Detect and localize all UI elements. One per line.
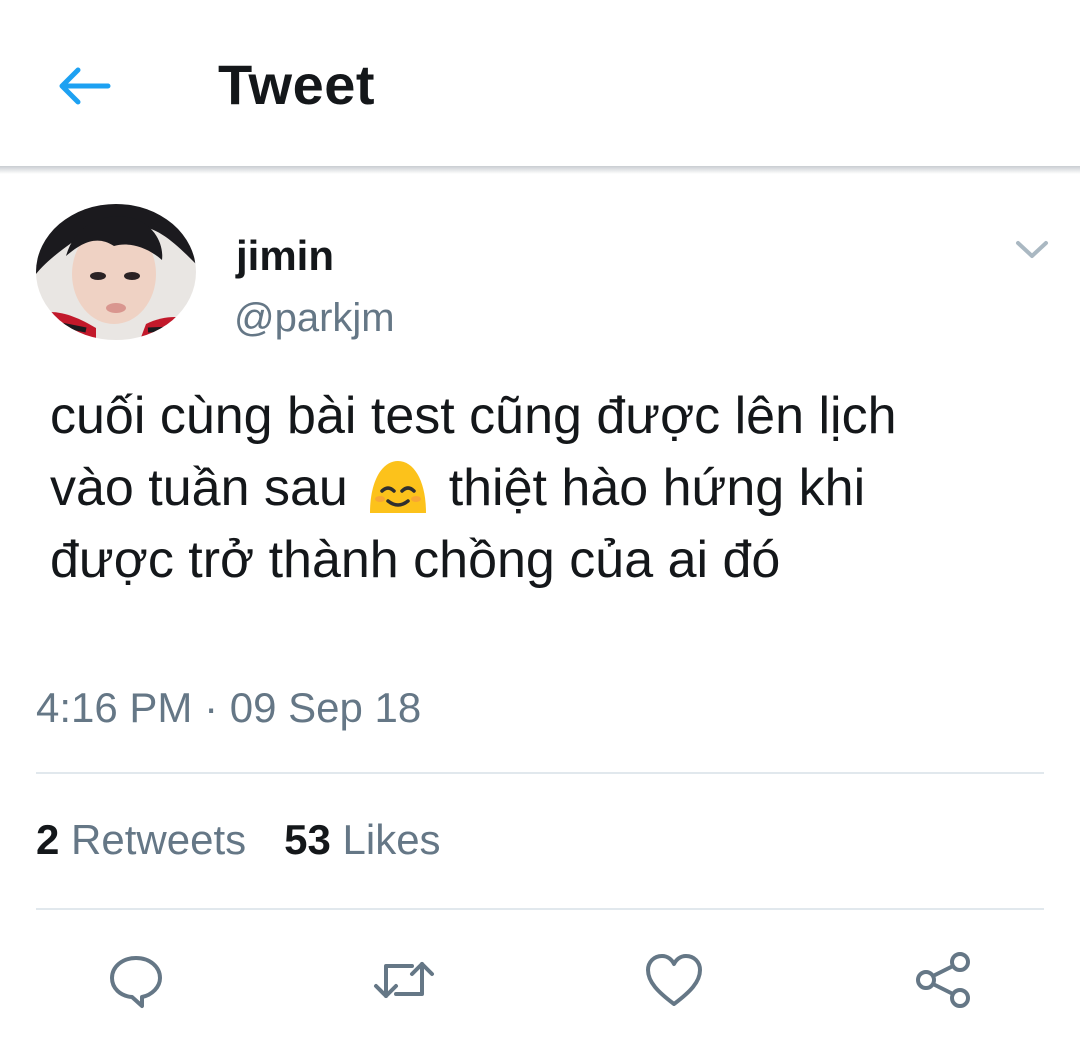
avatar[interactable] bbox=[36, 204, 196, 340]
chevron-down-icon bbox=[1016, 241, 1048, 258]
retweet-icon bbox=[374, 962, 434, 998]
retweets-count: 2 bbox=[36, 816, 60, 863]
author-name[interactable]: jimin bbox=[236, 232, 334, 280]
tweet-timestamp: 4:16 PM · 09 Sep 18 bbox=[36, 684, 422, 731]
retweets-stat[interactable]: 2 Retweets bbox=[36, 816, 246, 864]
retweet-button[interactable] bbox=[364, 940, 444, 1020]
divider bbox=[36, 772, 1044, 774]
retweets-label: Retweets bbox=[71, 816, 247, 863]
avatar-photo bbox=[36, 204, 196, 340]
smiling-face-emoji-icon bbox=[362, 457, 434, 513]
likes-stat[interactable]: 53 Likes bbox=[284, 816, 440, 864]
divider bbox=[36, 908, 1044, 910]
likes-count: 53 bbox=[284, 816, 331, 863]
arrow-left-icon bbox=[59, 67, 111, 105]
more-options-button[interactable] bbox=[1010, 232, 1054, 268]
share-button[interactable] bbox=[904, 940, 984, 1020]
back-button[interactable] bbox=[52, 58, 116, 114]
tweet-text: cuối cùng bài test cũng được lên lịch và… bbox=[50, 380, 950, 596]
author-handle[interactable]: @parkjm bbox=[234, 296, 395, 341]
tweet-actions-bar bbox=[0, 940, 1080, 1020]
reply-button[interactable] bbox=[96, 940, 176, 1020]
tweet-stats: 2 Retweets 53 Likes bbox=[36, 816, 441, 864]
top-app-bar: Tweet bbox=[0, 0, 1080, 168]
page-title: Tweet bbox=[218, 53, 376, 116]
like-button[interactable] bbox=[634, 940, 714, 1020]
tweet-detail-screen: Tweet jimin @parkjm cuối cùng bài test c… bbox=[0, 0, 1080, 1057]
header-divider bbox=[0, 166, 1080, 174]
share-icon bbox=[916, 952, 970, 1008]
likes-label: Likes bbox=[342, 816, 441, 863]
reply-icon bbox=[110, 956, 162, 1008]
heart-icon bbox=[646, 954, 702, 1006]
